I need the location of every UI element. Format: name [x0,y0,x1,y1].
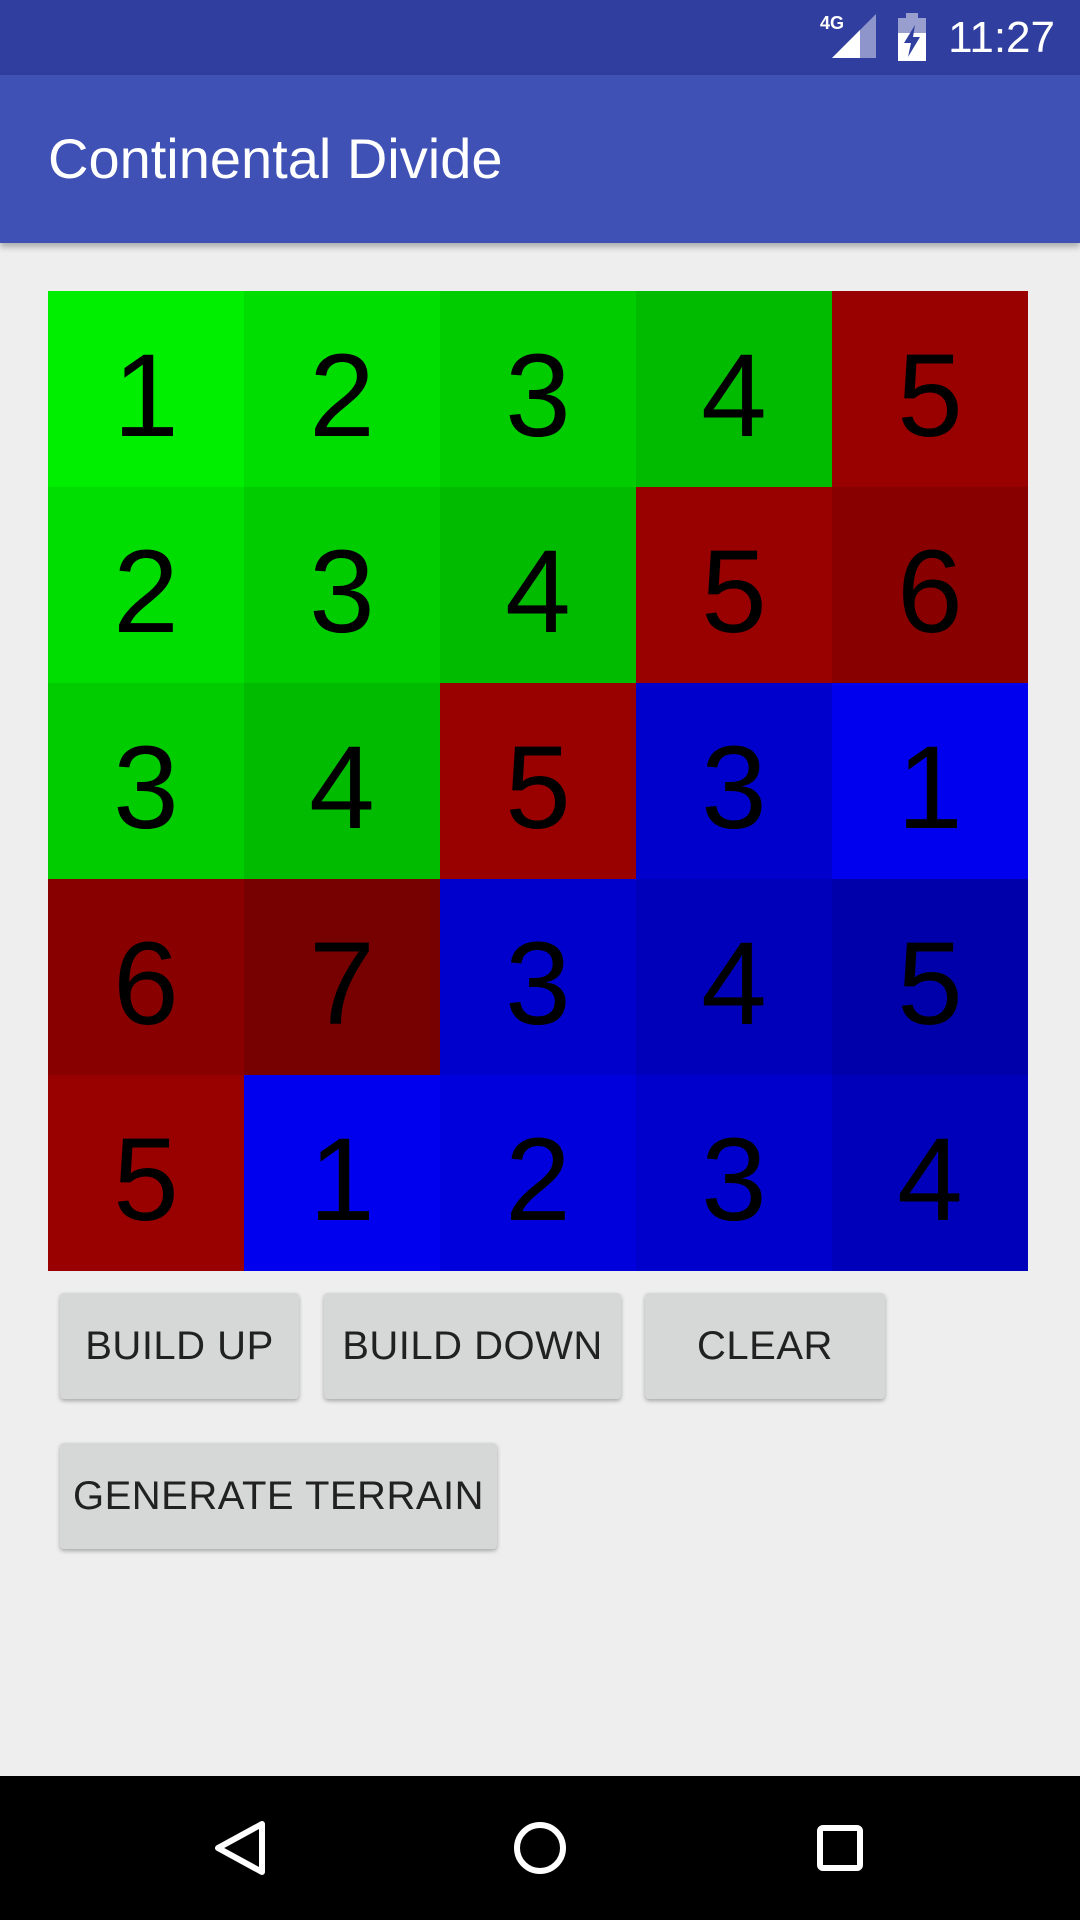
terrain-cell[interactable]: 6 [832,487,1028,683]
terrain-grid: 1234523456345316734551234 [48,291,1028,1271]
terrain-cell[interactable]: 4 [244,683,440,879]
terrain-cell[interactable]: 5 [832,291,1028,487]
terrain-cell[interactable]: 7 [244,879,440,1075]
terrain-cell[interactable]: 5 [440,683,636,879]
status-bar: 4G 11:27 [0,0,1080,75]
app-bar: Continental Divide [0,75,1080,243]
home-icon[interactable] [500,1808,580,1888]
terrain-cell[interactable]: 1 [832,683,1028,879]
terrain-cell[interactable]: 5 [832,879,1028,1075]
terrain-cell[interactable]: 4 [440,487,636,683]
navigation-bar [0,1776,1080,1920]
terrain-cell[interactable]: 3 [244,487,440,683]
back-icon[interactable] [200,1808,280,1888]
terrain-cell[interactable]: 2 [48,487,244,683]
terrain-cell[interactable]: 3 [636,683,832,879]
build-up-button[interactable]: BUILD UP [60,1293,299,1399]
terrain-cell[interactable]: 1 [244,1075,440,1271]
terrain-cell[interactable]: 4 [832,1075,1028,1271]
clear-button[interactable]: CLEAR [645,1293,885,1399]
terrain-cell[interactable]: 2 [440,1075,636,1271]
generate-terrain-button[interactable]: GENERATE TERRAIN [60,1443,497,1549]
terrain-cell[interactable]: 4 [636,879,832,1075]
recents-icon[interactable] [800,1808,880,1888]
build-down-button[interactable]: BUILD DOWN [324,1293,621,1399]
terrain-cell[interactable]: 2 [244,291,440,487]
terrain-cell[interactable]: 6 [48,879,244,1075]
battery-charging-icon [898,13,926,61]
status-time: 11:27 [948,13,1055,62]
terrain-cell[interactable]: 5 [48,1075,244,1271]
app-title: Continental Divide [48,127,503,190]
network-type-label: 4G [820,13,844,33]
terrain-cell[interactable]: 3 [48,683,244,879]
screen: 4G 11:27 Continental Divide 123452345634… [0,0,1080,1920]
terrain-cell[interactable]: 3 [440,291,636,487]
terrain-cell[interactable]: 3 [440,879,636,1075]
terrain-cell[interactable]: 5 [636,487,832,683]
terrain-cell[interactable]: 4 [636,291,832,487]
terrain-cell[interactable]: 3 [636,1075,832,1271]
signal-icon: 4G [820,13,876,58]
terrain-cell[interactable]: 1 [48,291,244,487]
